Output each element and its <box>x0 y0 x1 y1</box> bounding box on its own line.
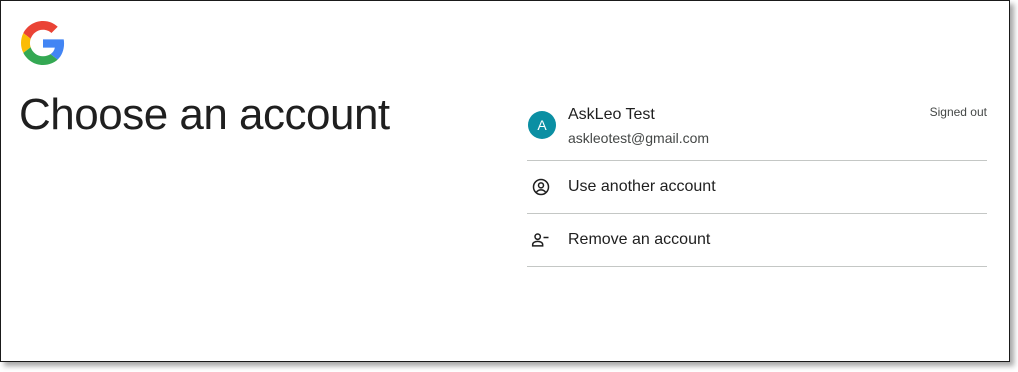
account-email: askleotest@gmail.com <box>568 130 710 146</box>
person-remove-icon <box>531 233 549 247</box>
use-another-account-label: Use another account <box>568 178 716 195</box>
remove-account-label: Remove an account <box>568 231 711 248</box>
sign-in-window: Choose an account A AskLeo Test askleote… <box>0 0 1010 362</box>
status-badge: Signed out <box>929 105 987 119</box>
page-title: Choose an account <box>19 90 390 139</box>
avatar: A <box>528 111 556 139</box>
account-list: A AskLeo Test askleotest@gmail.com Signe… <box>527 95 987 267</box>
use-another-account-button[interactable]: Use another account <box>527 161 987 214</box>
remove-account-button[interactable]: Remove an account <box>527 214 987 267</box>
account-item-askleo-test[interactable]: A AskLeo Test askleotest@gmail.com Signe… <box>527 95 987 161</box>
account-name: AskLeo Test <box>568 106 655 123</box>
google-logo-icon <box>21 21 65 65</box>
account-circle-icon <box>532 178 550 196</box>
